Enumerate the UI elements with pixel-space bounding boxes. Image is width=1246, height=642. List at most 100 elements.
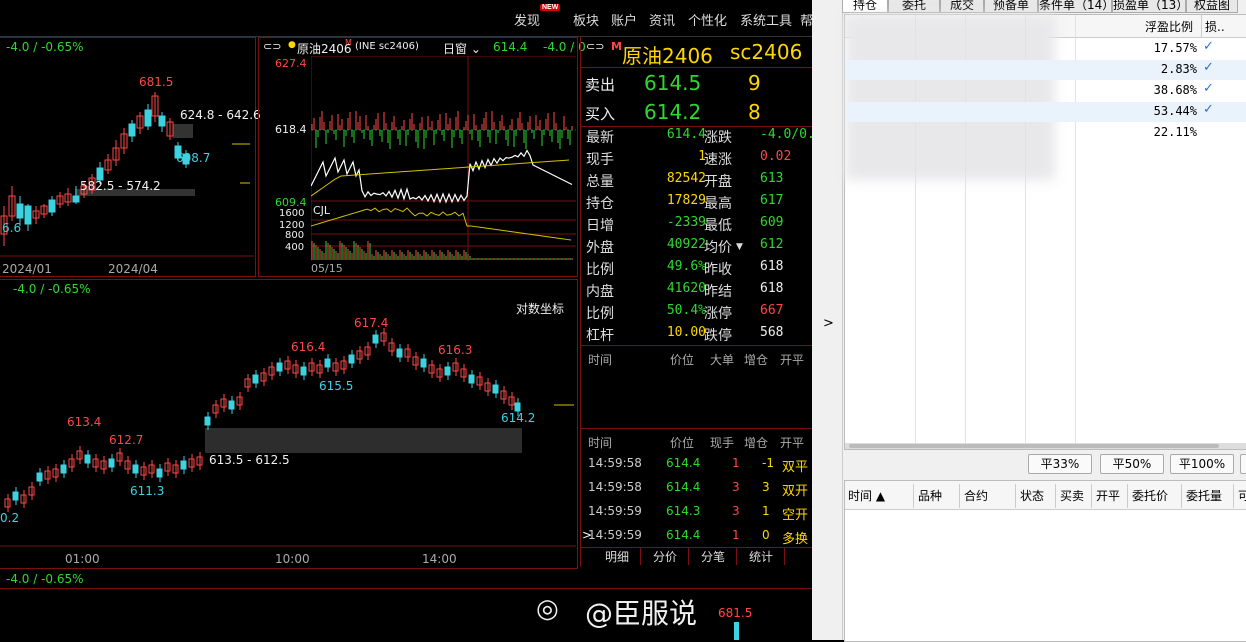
candle-body — [144, 109, 152, 127]
loss-column-header[interactable]: 损.. — [1205, 18, 1225, 35]
position-tab-1[interactable]: 委托 — [888, 0, 940, 13]
stat-label: 杠杆 — [586, 328, 614, 344]
tick-oc: 多换 — [782, 532, 809, 547]
stat-label: 总量 — [586, 174, 614, 190]
label-0-2: 0.2 — [0, 511, 20, 525]
menu-news[interactable]: 资讯 — [649, 10, 675, 29]
candle-body — [48, 199, 56, 213]
tick-row[interactable]: 14:59:58 614.4 3 3 双开 — [586, 480, 812, 502]
position-tab-4[interactable]: 条件单（14） — [1038, 0, 1114, 13]
candle-body — [396, 348, 403, 358]
horizontal-scrollbar[interactable] — [849, 444, 1219, 448]
stat-label-2: 最高 — [704, 196, 732, 212]
order-col-1[interactable]: 品种 — [914, 484, 960, 508]
stat-value: 10.00 — [666, 325, 706, 340]
tick-time: 14:59:58 — [588, 480, 642, 494]
position-row[interactable]: 17.57% ✓ — [845, 39, 1246, 59]
quote-link-icon[interactable]: ⊂⊃ — [586, 40, 604, 53]
position-tab-0[interactable]: 持仓 — [842, 0, 888, 13]
position-tab-6[interactable]: 权益图 — [1186, 0, 1238, 13]
daily-kline-panel[interactable]: -4.0 / -0.65% 681.5 6.6 624.8 - 642.6 60… — [0, 37, 261, 277]
label-613-4: 613.4 — [67, 415, 102, 429]
kline-change: -4.0 / -0.65% — [6, 40, 84, 54]
tick-price: 614.4 — [666, 456, 701, 470]
order-col-8[interactable]: 可撤 — [1234, 484, 1246, 508]
position-row[interactable]: 22.11% — [845, 123, 1246, 143]
candle-body — [276, 362, 283, 372]
quote-tab-0[interactable]: 明细 — [594, 548, 641, 565]
menu-personalize[interactable]: 个性化 — [688, 10, 727, 29]
menu-discover[interactable]: 发现 NEW — [514, 4, 561, 29]
menu-tools[interactable]: 系统工具 — [740, 10, 792, 29]
tick-oi: -1 — [762, 456, 774, 470]
pnl-column-header[interactable]: 浮盈比例 — [1145, 18, 1193, 35]
top-menu-bar: 发现 NEW 板块 账户 资讯 个性化 系统工具 帮 — [0, 0, 813, 37]
tick-oi: 3 — [762, 480, 770, 494]
stat-value-2: 0.02 — [760, 149, 792, 164]
close-pct-button-0[interactable]: 平33% — [1028, 454, 1092, 474]
close-pct-button-2[interactable]: 平100% — [1170, 454, 1234, 474]
stat-value-2: 618 — [760, 259, 784, 274]
stat-value: 49.6% — [666, 259, 706, 274]
order-col-7[interactable]: 委托量 — [1182, 484, 1234, 508]
tick-price: 614.3 — [666, 504, 701, 518]
panel-expander[interactable]: > — [812, 0, 843, 640]
link-icon[interactable]: ⊂⊃ — [263, 40, 281, 53]
minute-exchange: (INE sc2406) — [355, 41, 419, 52]
stat-label-2: 最低 — [704, 218, 732, 234]
position-table: 浮盈比例 损.. 17.57% ✓ 2.83% ✓ 38.68% ✓ 53.44% ✓ 22.1… — [844, 14, 1246, 450]
tick-oi: 0 — [762, 528, 770, 542]
tick-header: 时间 价位 现手 增仓 开平 — [588, 436, 805, 450]
tick-oc: 双平 — [782, 460, 809, 475]
tick-hand: 1 — [732, 528, 740, 542]
position-tab-5[interactable]: 损盈单（13） — [1112, 0, 1188, 13]
label-612-7: 612.7 — [109, 433, 144, 447]
stat-value: 40922 — [666, 237, 706, 252]
candle-body — [158, 115, 166, 127]
position-tab-2[interactable]: 成交 — [940, 0, 984, 13]
order-col-4[interactable]: 买卖 — [1056, 484, 1092, 508]
quote-tab-2[interactable]: 分笔 — [690, 548, 737, 565]
order-col-3[interactable]: 状态 — [1016, 484, 1056, 508]
close-pct-button-1[interactable]: 平50% — [1100, 454, 1164, 474]
vol-800: 800 — [285, 230, 305, 241]
menu-sector[interactable]: 板块 — [573, 10, 599, 29]
order-col-2[interactable]: 合约 — [960, 484, 1016, 508]
candle-body — [12, 491, 19, 501]
candle-body — [128, 123, 136, 137]
position-tab-3[interactable]: 预备单 — [984, 0, 1038, 13]
position-row[interactable]: 2.83% ✓ — [845, 60, 1246, 80]
tick-row[interactable]: 14:59:58 614.4 1 -1 双平 — [586, 456, 812, 478]
time-label-0: 01:00 — [65, 552, 100, 566]
stat-value: 50.4% — [666, 303, 706, 318]
expand-arrow-icon[interactable]: > — [823, 316, 834, 331]
bid-price[interactable]: 614.2 — [644, 100, 701, 124]
stat-value-2: 617 — [760, 193, 784, 208]
position-row[interactable]: 38.68% ✓ — [845, 81, 1246, 101]
candle-body — [444, 366, 451, 376]
period-select[interactable]: 日窗 ⌄ — [443, 40, 481, 57]
candle-body — [514, 402, 521, 412]
order-col-0[interactable]: 时间 ▲ — [844, 484, 914, 508]
tick-row[interactable]: 14:59:59 614.3 3 1 空开 — [586, 504, 812, 526]
stat-label: 日增 — [586, 218, 614, 234]
quote-row: 日增 -2339 最低 609 — [584, 215, 812, 237]
more-button[interactable] — [1240, 454, 1246, 474]
menu-account[interactable]: 账户 — [611, 10, 637, 29]
trading-panel: > 持仓 委托 成交 预备单 条件单（14） 损盈单（13） 权益图 浮盈比例 损.. 17… — [812, 0, 1246, 642]
bottom-strip: -4.0 / -0.65% ◎ @臣服说 681.5 — [0, 570, 812, 640]
quote-tab-3[interactable]: 统计 — [738, 548, 785, 565]
minute-chart-panel[interactable]: ⊂⊃ ● 原油2406 M (INE sc2406) 日窗 ⌄ 614.4 -4… — [258, 37, 586, 277]
position-row[interactable]: 53.44% ✓ — [845, 102, 1246, 122]
order-col-5[interactable]: 开平 — [1092, 484, 1128, 508]
order-col-6[interactable]: 委托价 — [1128, 484, 1182, 508]
bid-label: 买入 — [585, 105, 616, 123]
stat-value-2: 612 — [760, 237, 784, 252]
dropdown-icon[interactable]: ▼ — [736, 242, 743, 252]
tick-time: 14:59:59 — [588, 504, 642, 518]
ask-price[interactable]: 614.5 — [644, 71, 701, 95]
intraday-kline-panel[interactable]: -4.0 / -0.65% 对数坐标 617.4 616.4 616.3 615… — [0, 279, 578, 569]
quote-tab-1[interactable]: 分价 — [642, 548, 689, 565]
time-label-2: 14:00 — [422, 552, 457, 566]
bid-volume: 8 — [748, 100, 761, 124]
